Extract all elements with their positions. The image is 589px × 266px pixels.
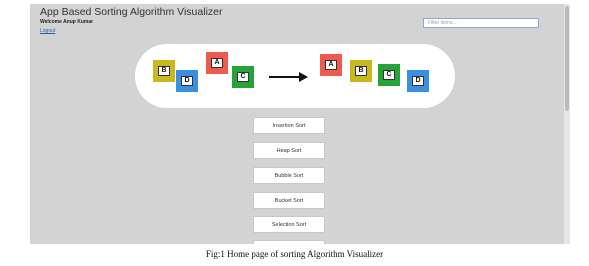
block-d-sorted: D [407, 70, 429, 92]
block-d-unsorted: D [176, 70, 198, 92]
next-sort-button-partial[interactable] [253, 240, 325, 244]
block-a-unsorted: A [206, 52, 228, 74]
scrollbar-thumb[interactable] [565, 6, 569, 111]
sorting-banner: B D A C A B C D [135, 44, 455, 108]
logout-link[interactable]: Logout [40, 28, 55, 34]
block-letter: B [355, 66, 367, 76]
selection-sort-button[interactable]: Selection Sort [253, 216, 325, 233]
block-a-sorted: A [320, 54, 342, 76]
block-letter: B [158, 66, 170, 76]
block-letter: A [211, 58, 223, 68]
block-letter: A [325, 60, 337, 70]
heap-sort-button[interactable]: Heap Sort [253, 142, 325, 159]
block-letter: C [237, 72, 249, 82]
block-c-unsorted: C [232, 66, 254, 88]
app-title: App Based Sorting Algorithm Visualizer [40, 6, 223, 18]
block-letter: D [181, 76, 193, 86]
bubble-sort-button[interactable]: Bubble Sort [253, 167, 325, 184]
block-b-sorted: B [350, 60, 372, 82]
block-letter: C [383, 70, 395, 80]
app-screenshot: App Based Sorting Algorithm Visualizer W… [30, 4, 570, 244]
block-b-unsorted: B [153, 60, 175, 82]
vertical-scrollbar[interactable] [564, 4, 570, 244]
filter-input[interactable] [423, 18, 539, 28]
block-c-sorted: C [378, 64, 400, 86]
welcome-text: Welcome Anup Kumar [40, 19, 94, 25]
insertion-sort-button[interactable]: Insertion Sort [253, 117, 325, 134]
figure-caption: Fig:1 Home page of sorting Algorithm Vis… [205, 249, 384, 259]
block-letter: D [412, 76, 424, 86]
bucket-sort-button[interactable]: Bucket Sort [253, 192, 325, 209]
